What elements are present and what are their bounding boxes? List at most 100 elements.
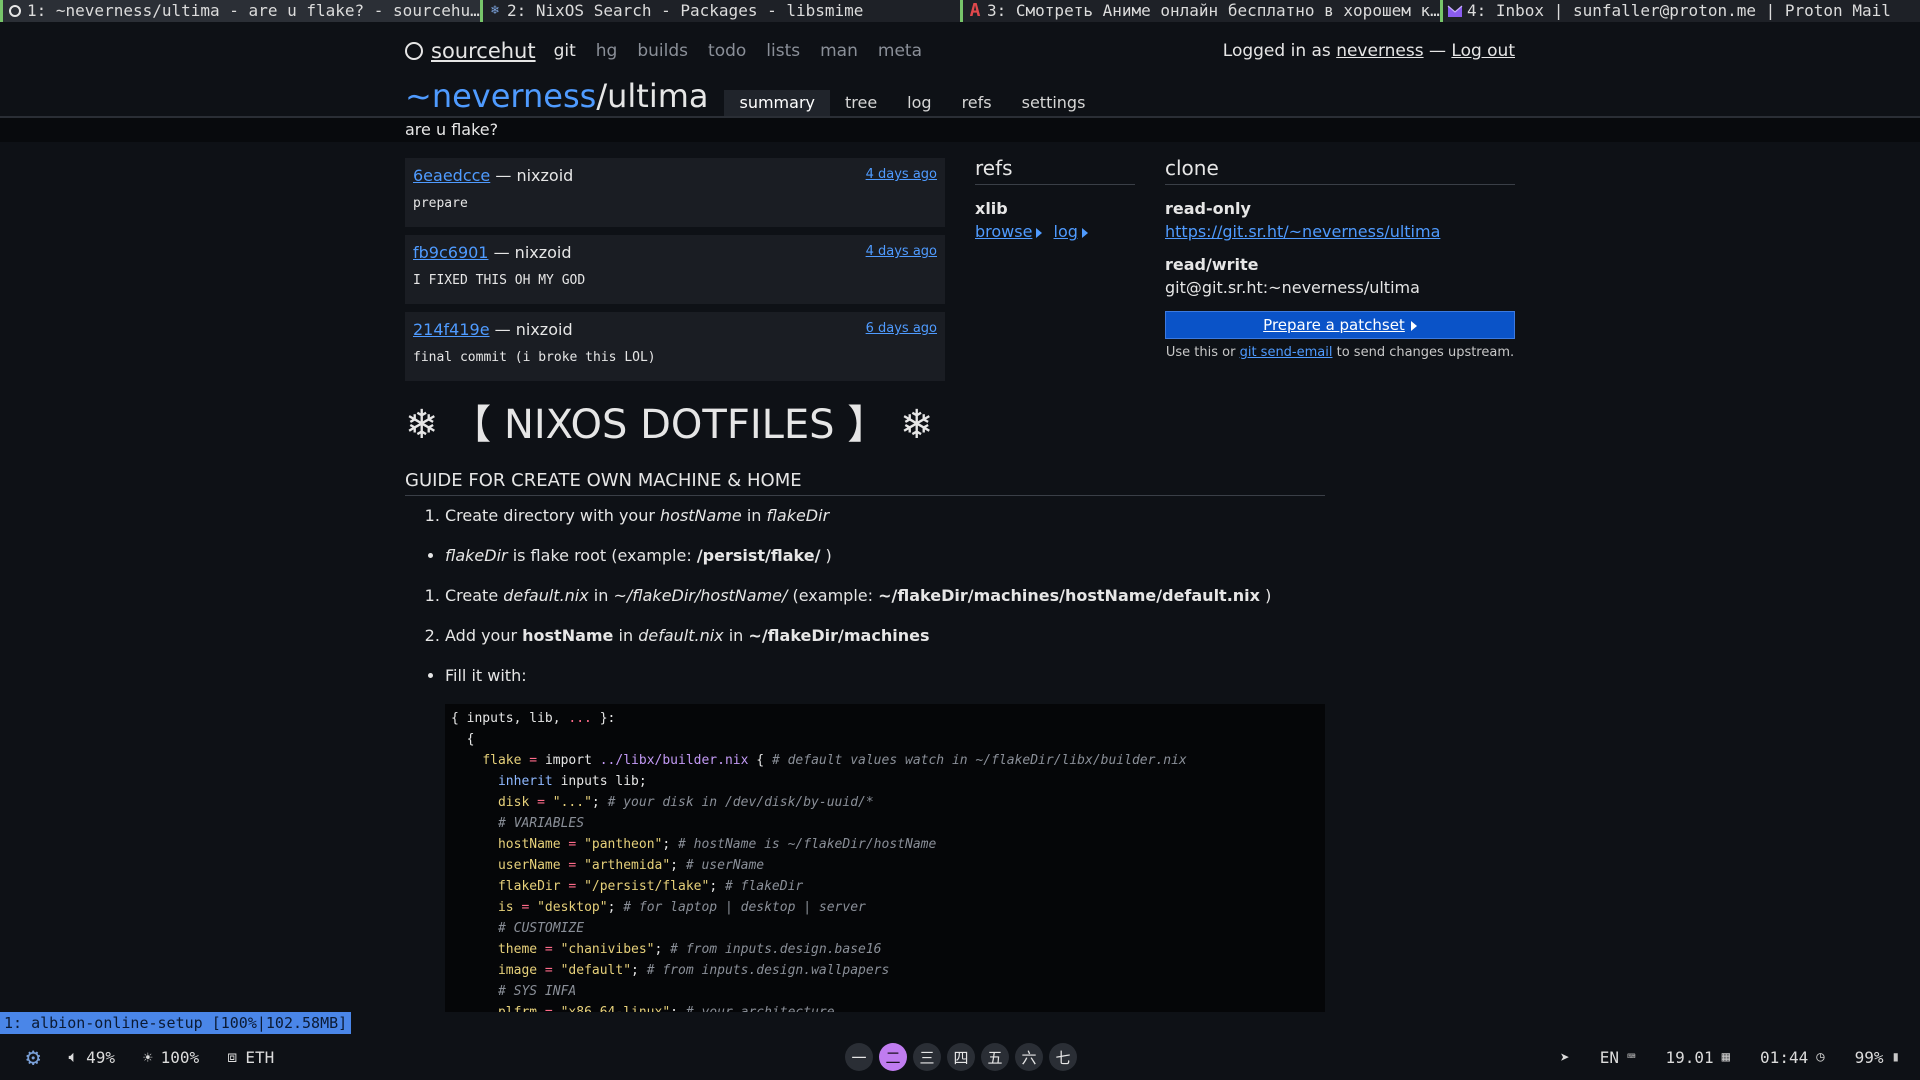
- volume-indicator[interactable]: 🔈︎ 49%: [68, 1047, 115, 1067]
- tab-2[interactable]: ❄ 2: NixOS Search - Packages - libsmime: [480, 0, 960, 22]
- tab-3[interactable]: A 3: Смотреть Аниме онлайн бесплатно в х…: [960, 0, 1440, 22]
- code-line: inherit inputs lib;: [451, 771, 1319, 792]
- telegram-tray-icon[interactable]: ➤: [1560, 1048, 1570, 1067]
- workspace-4[interactable]: 四: [947, 1043, 975, 1071]
- logout-link[interactable]: Log out: [1451, 41, 1515, 61]
- code-line: theme = "chanivibes"; # from inputs.desi…: [451, 939, 1319, 960]
- commit-hash-link[interactable]: fb9c6901: [413, 243, 488, 262]
- repo-description-bar: are u flake?: [0, 118, 1920, 142]
- sourcehut-logo-icon: [405, 42, 423, 60]
- git-send-email-link[interactable]: git send-email: [1240, 345, 1333, 360]
- clock-indicator[interactable]: 01:44 ◷: [1760, 1048, 1825, 1067]
- commit-time-link[interactable]: 6 days ago: [866, 321, 937, 336]
- sourcehut-logo-link[interactable]: sourcehut: [405, 39, 536, 63]
- nav-man[interactable]: man: [820, 41, 858, 61]
- nav-builds[interactable]: builds: [637, 41, 688, 61]
- code-token: }:: [591, 711, 616, 726]
- code-token: # userName: [685, 858, 765, 873]
- date-indicator[interactable]: 19.01 ▦: [1665, 1048, 1730, 1067]
- repo-owner-link[interactable]: ~neverness: [405, 77, 596, 115]
- repo-tab-log[interactable]: log: [892, 90, 946, 116]
- code-token: disk: [497, 795, 530, 810]
- commit-author: nixzoid: [516, 166, 574, 185]
- commit-time-link[interactable]: 4 days ago: [866, 244, 937, 259]
- tab-1[interactable]: 1: ~neverness/ultima - are u flake? - so…: [0, 0, 480, 22]
- caret-right-icon: [1081, 227, 1088, 238]
- battery-indicator[interactable]: 99% ▮: [1855, 1048, 1900, 1067]
- code-token: ;: [662, 837, 679, 852]
- code-token: ;: [631, 963, 647, 978]
- step-term: ~/flakeDir/hostName/: [613, 586, 788, 605]
- user-link[interactable]: neverness: [1336, 41, 1423, 61]
- keyboard-layout[interactable]: EN ⌨: [1600, 1048, 1636, 1067]
- prepare-patchset-button[interactable]: Prepare a patchset: [1165, 311, 1515, 339]
- network-indicator[interactable]: ⧈ ETH: [227, 1047, 274, 1067]
- log-link[interactable]: log: [1054, 222, 1088, 241]
- code-line: {: [451, 729, 1319, 750]
- readme-title: ❄ 【 NIXOS DOTFILES 】 ❄: [405, 402, 934, 448]
- workspace-1[interactable]: 一: [845, 1043, 873, 1071]
- commit-card: 6eaedcce — nixzoid 4 days ago prepare: [405, 158, 945, 227]
- brightness-indicator[interactable]: ☀ 100%: [143, 1048, 199, 1067]
- browser-tab-bar: 1: ~neverness/ultima - are u flake? - so…: [0, 0, 1920, 22]
- code-token: ../libx/builder.nix: [599, 753, 749, 768]
- patchset-note: Use this or git send-email to send chang…: [1165, 345, 1515, 360]
- repo-tab-summary[interactable]: summary: [724, 90, 830, 116]
- code-line: # VARIABLES: [451, 813, 1319, 834]
- clone-heading: clone: [1165, 156, 1515, 185]
- repo-tab-refs[interactable]: refs: [947, 90, 1007, 116]
- nixos-gear-icon[interactable]: ⚙: [26, 1043, 40, 1071]
- nav-todo[interactable]: todo: [708, 41, 746, 61]
- workspace-6[interactable]: 六: [1015, 1043, 1043, 1071]
- browse-label: browse: [975, 222, 1033, 241]
- code-line: is = "desktop"; # for laptop | desktop |…: [451, 897, 1319, 918]
- repo-tab-tree[interactable]: tree: [830, 90, 892, 116]
- step-term: default.nix: [638, 626, 724, 645]
- step-term: hostName: [660, 506, 742, 525]
- commit-hash-link[interactable]: 6eaedcce: [413, 166, 490, 185]
- tab-1-title: 1: ~neverness/ultima - are u flake? - so…: [27, 1, 480, 20]
- download-bar: 1: albion-online-setup [100%|102.58MB]: [0, 1012, 1920, 1034]
- code-line: userName = "arthemida"; # userName: [451, 855, 1319, 876]
- commit-time-link[interactable]: 4 days ago: [866, 167, 937, 182]
- list-item: Add your hostName in default.nix in ~/fl…: [445, 626, 1325, 646]
- code-token: "chanivibes": [560, 942, 655, 957]
- browse-link[interactable]: browse: [975, 222, 1043, 241]
- date-value: 19.01: [1665, 1047, 1714, 1067]
- anime-favicon-icon: A: [969, 0, 981, 21]
- commit-card: fb9c6901 — nixzoid 4 days ago I FIXED TH…: [405, 235, 945, 304]
- workspace-7[interactable]: 七: [1049, 1043, 1077, 1071]
- prepare-patchset-label: Prepare a patchset: [1263, 316, 1405, 334]
- code-token: # CUSTOMIZE: [497, 921, 585, 936]
- download-item[interactable]: 1: albion-online-setup [100%|102.58MB]: [0, 1012, 352, 1034]
- layout-value: EN: [1599, 1047, 1619, 1067]
- step-text: Create: [445, 586, 499, 605]
- clock-icon: ◷: [1816, 1049, 1825, 1065]
- commit-author: nixzoid: [514, 243, 572, 262]
- repo-tab-settings[interactable]: settings: [1007, 90, 1101, 116]
- commit-hash-link[interactable]: 214f419e: [413, 320, 490, 339]
- workspace-2[interactable]: 二: [879, 1043, 907, 1071]
- step-path: ~/flakeDir/machines/hostName/default.nix: [878, 586, 1260, 605]
- workspace-3[interactable]: 三: [913, 1043, 941, 1071]
- code-token: # SYS INFA: [497, 984, 577, 999]
- caret-right-icon: [1036, 227, 1043, 238]
- step-text: in: [618, 626, 634, 645]
- code-line: image = "default"; # from inputs.design.…: [451, 960, 1319, 981]
- code-token: {: [748, 753, 772, 768]
- code-token: # your architecture: [686, 1005, 835, 1012]
- tab-4[interactable]: 4: Inbox | sunfaller@proton.me | Proton …: [1440, 0, 1920, 22]
- nav-lists[interactable]: lists: [766, 41, 800, 61]
- repo-description: are u flake?: [405, 120, 499, 139]
- commit-author: nixzoid: [515, 320, 573, 339]
- nav-meta[interactable]: meta: [878, 41, 922, 61]
- nav-git[interactable]: git: [554, 41, 576, 61]
- code-token: "desktop": [537, 900, 608, 915]
- code-line: flakeDir = "/persist/flake"; # flakeDir: [451, 876, 1319, 897]
- read-only-url-link[interactable]: https://git.sr.ht/~neverness/ultima: [1165, 222, 1440, 241]
- nav-hg[interactable]: hg: [596, 41, 618, 61]
- code-line: flake = import ../libx/builder.nix { # d…: [451, 750, 1319, 771]
- workspace-5[interactable]: 五: [981, 1043, 1009, 1071]
